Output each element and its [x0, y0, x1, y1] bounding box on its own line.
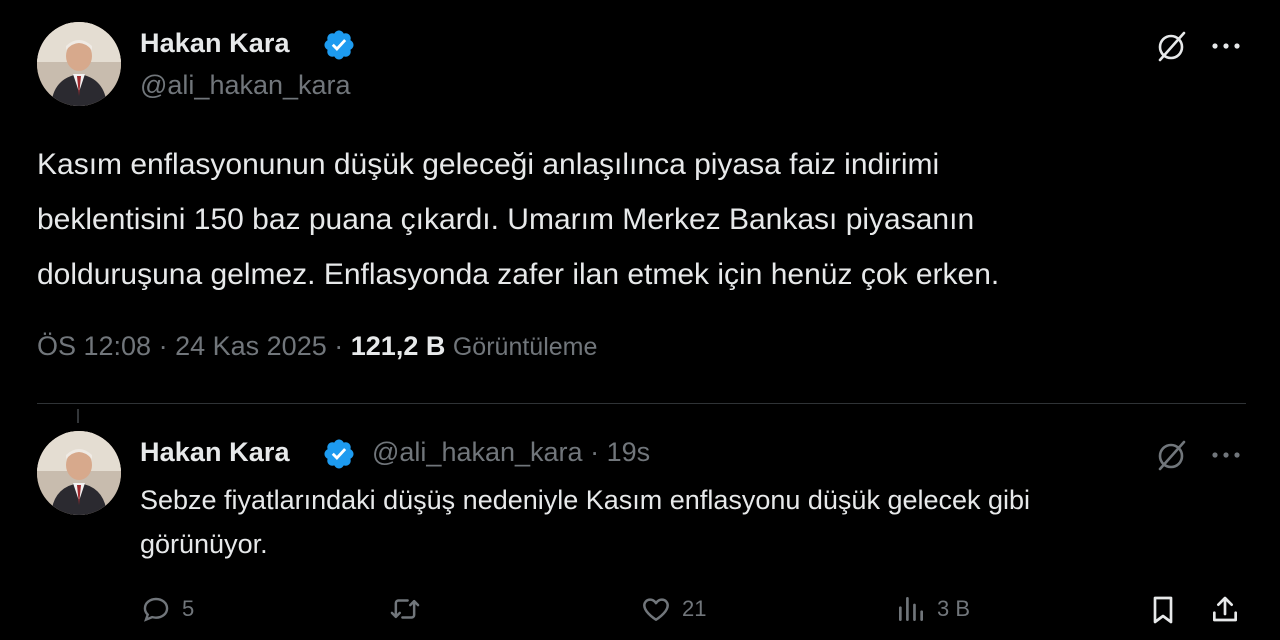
bookmark-icon — [1153, 596, 1173, 624]
reply-count: 5 — [182, 596, 195, 621]
author-name[interactable]: Hakan Kara — [140, 28, 290, 59]
reply-bubble-icon — [143, 597, 169, 622]
views-label: Görüntüleme — [452, 333, 598, 361]
author-avatar[interactable] — [37, 22, 121, 106]
like-button[interactable]: 21 — [640, 593, 706, 625]
share-button[interactable] — [1208, 593, 1242, 627]
meta-separator: · — [590, 437, 600, 467]
reply-author-name[interactable]: Hakan Kara — [140, 437, 290, 468]
reply-text-line: görünüyor. — [140, 529, 268, 559]
author-handle[interactable]: @ali_hakan_kara — [140, 70, 351, 101]
thread-connector-line — [77, 409, 79, 423]
more-dots-icon[interactable] — [1206, 435, 1246, 475]
avatar-photo — [37, 22, 121, 106]
tweet-meta: ÖS 12:08 · 24 Kas 2025 · 121,2 B Görüntü… — [37, 331, 597, 362]
tweet-body: Kasım enflasyonunun düşük geleceği anlaş… — [37, 137, 999, 302]
tweet-text-line: dolduruşuna gelmez. Enflasyonda zafer il… — [37, 258, 1000, 291]
reply-button[interactable]: 5 — [140, 593, 194, 625]
grok-slash-circle-icon[interactable] — [1152, 26, 1192, 66]
tweet-text-line: beklentisini 150 baz puana çıkardı. Umar… — [37, 203, 975, 236]
views-button[interactable]: 3 B — [895, 593, 970, 625]
reply-meta-line: @ali_hakan_kara · 19s — [372, 437, 650, 468]
retweet-button[interactable] — [388, 593, 432, 625]
analytics-bars-icon — [899, 597, 923, 621]
more-dots-icon[interactable] — [1206, 26, 1246, 66]
tweet-divider — [37, 403, 1246, 404]
verified-badge-icon — [322, 28, 356, 67]
tweet-text-line: Kasım enflasyonunun düşük geleceği anlaş… — [37, 148, 940, 181]
meta-separator: · — [334, 331, 344, 361]
meta-separator: · — [158, 331, 168, 361]
reply-body: Sebze fiyatlarındaki düşüş nedeniyle Kas… — [140, 478, 1030, 566]
views-count: 3 B — [937, 596, 971, 621]
reply-author-handle[interactable]: @ali_hakan_kara — [372, 437, 583, 467]
grok-slash-circle-icon[interactable] — [1152, 435, 1192, 475]
like-count: 21 — [682, 596, 707, 621]
tweet-time[interactable]: ÖS 12:08 — [37, 331, 151, 361]
avatar-photo — [37, 431, 121, 515]
reply-author-avatar[interactable] — [37, 431, 121, 515]
retweet-icon — [390, 599, 420, 619]
heart-icon — [643, 598, 669, 621]
verified-badge-icon — [322, 437, 356, 476]
bookmark-button[interactable] — [1146, 593, 1180, 627]
views-count[interactable]: 121,2 B — [351, 331, 446, 361]
share-icon — [1213, 596, 1237, 622]
reply-text-line: Sebze fiyatlarındaki düşüş nedeniyle Kas… — [140, 485, 1031, 515]
tweet-date[interactable]: 24 Kas 2025 — [175, 331, 327, 361]
reply-time-ago[interactable]: 19s — [607, 437, 651, 467]
